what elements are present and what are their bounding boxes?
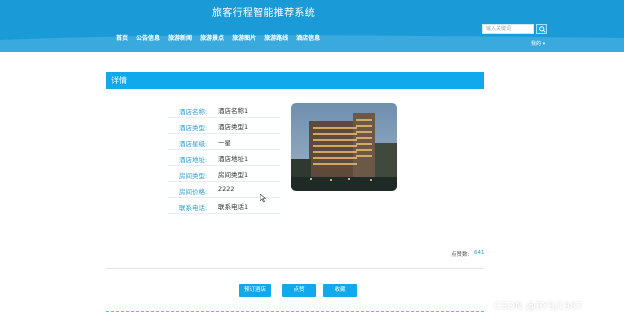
- detail-panel-header: 详情: [106, 72, 484, 89]
- panel-title: 详情: [111, 76, 127, 85]
- search-button[interactable]: [536, 24, 547, 34]
- field-room-type: 房间类型: 房间类型1: [168, 166, 280, 182]
- field-hotel-star: 酒店星级: 一星: [168, 134, 280, 150]
- nav-travel-routes[interactable]: 旅游路线: [264, 33, 288, 42]
- nav-travel-news[interactable]: 旅游新闻: [168, 33, 192, 42]
- likes-label: 点赞数:: [451, 252, 470, 258]
- book-hotel-button[interactable]: 预订酒店: [239, 284, 271, 297]
- site-title: 旅客行程智能推荐系统: [212, 8, 315, 19]
- field-label: 联系电话:: [179, 204, 208, 212]
- likes-count: 641: [474, 250, 485, 256]
- field-value: 2222: [218, 185, 235, 193]
- search-icon: [539, 26, 546, 33]
- user-menu[interactable]: 我的 ▾: [531, 40, 545, 47]
- main-nav: 首页 公告信息 旅游新闻 旅游景点 旅游图片 旅游路线 酒店信息: [116, 33, 328, 42]
- hotel-photo: [291, 103, 397, 191]
- divider: [106, 268, 484, 269]
- nav-home[interactable]: 首页: [116, 33, 128, 42]
- nav-hotels[interactable]: 酒店信息: [296, 33, 320, 42]
- field-hotel-type: 酒店类型: 酒店类型1: [168, 118, 280, 134]
- field-value: 房间类型1: [218, 171, 249, 179]
- search-input[interactable]: 输入关键词: [482, 24, 534, 34]
- field-label: 酒店类型:: [179, 124, 208, 132]
- field-label: 酒店星级:: [179, 140, 208, 148]
- field-value: 一星: [218, 139, 231, 147]
- field-label: 房间类型:: [179, 172, 208, 180]
- field-label: 房间价格:: [179, 188, 208, 196]
- field-hotel-address: 酒店地址: 酒店地址1: [168, 150, 280, 166]
- mouse-cursor-icon: [260, 194, 266, 203]
- favorite-button[interactable]: 收藏: [323, 284, 357, 297]
- watermark: CSDN @BYSJ1987: [494, 301, 583, 312]
- field-value: 联系电话1: [218, 203, 249, 211]
- top-header: 旅客行程智能推荐系统 首页 公告信息 旅游新闻 旅游景点 旅游图片 旅游路线 酒…: [0, 0, 624, 52]
- like-button[interactable]: 点赞: [282, 284, 316, 297]
- nav-travel-photos[interactable]: 旅游图片: [232, 33, 256, 42]
- nav-scenic-spots[interactable]: 旅游景点: [200, 33, 224, 42]
- field-value: 酒店名称1: [218, 107, 249, 115]
- field-label: 酒店地址:: [179, 156, 208, 164]
- nav-announcements[interactable]: 公告信息: [136, 33, 160, 42]
- dashed-divider: [106, 311, 484, 312]
- field-hotel-name: 酒店名称: 酒店名称1: [168, 102, 280, 118]
- field-value: 酒店类型1: [218, 123, 249, 131]
- field-label: 酒店名称:: [179, 108, 208, 116]
- field-value: 酒店地址1: [218, 155, 249, 163]
